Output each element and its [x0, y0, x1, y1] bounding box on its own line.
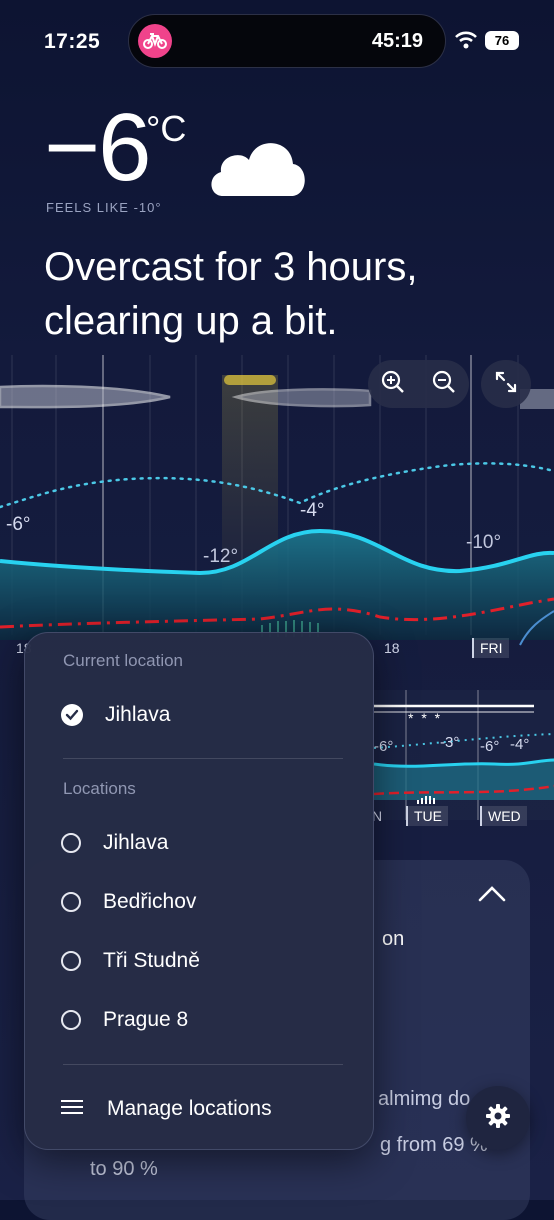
temp-label: -12°: [203, 546, 239, 567]
zoom-out-icon[interactable]: [431, 369, 457, 400]
battery-indicator: 76: [485, 31, 519, 50]
location-label: Bedřichov: [103, 890, 197, 913]
card-text: on: [382, 928, 405, 950]
location-item-prague-8[interactable]: Prague 8: [61, 1000, 341, 1040]
current-location-item[interactable]: Jihlava: [61, 695, 341, 735]
settings-button[interactable]: [466, 1086, 530, 1150]
gear-icon: [485, 1103, 511, 1134]
radio-icon: [61, 1010, 81, 1030]
status-time: 17:25: [44, 30, 101, 53]
checkmark-icon: [61, 704, 83, 726]
divider: [63, 758, 343, 759]
zoom-controls: [368, 360, 469, 408]
wifi-icon: [454, 31, 478, 54]
radio-icon: [61, 892, 81, 912]
mini-forecast-chart[interactable]: [374, 690, 554, 830]
temp-label: -6°: [6, 514, 31, 535]
weather-summary: Overcast for 3 hours, clearing up a bit.: [44, 245, 418, 343]
location-item-bedrichov[interactable]: Bedřichov: [61, 882, 341, 922]
mini-temp-label: -6°: [374, 738, 394, 755]
hamburger-icon: [61, 1099, 83, 1120]
radio-icon: [61, 833, 81, 853]
location-label: Jihlava: [103, 831, 169, 854]
temp-label: -10°: [466, 532, 502, 553]
location-label: Prague 8: [103, 1008, 189, 1031]
current-location-header: Current location: [63, 651, 184, 670]
zoom-in-icon[interactable]: [380, 369, 406, 400]
dynamic-island[interactable]: 45:19: [128, 14, 446, 68]
manage-locations-item[interactable]: Manage locations: [61, 1089, 341, 1129]
bicycle-icon: [138, 24, 172, 58]
current-temperature: −6: [44, 94, 151, 201]
locations-header: Locations: [63, 779, 136, 798]
cloud-icon: [205, 130, 309, 205]
location-item-jihlava[interactable]: Jihlava: [61, 823, 341, 863]
chevron-up-icon[interactable]: [476, 884, 508, 909]
manage-locations-label: Manage locations: [107, 1097, 272, 1120]
mini-temp-label: -6°: [480, 738, 500, 755]
location-menu: Current location Jihlava Locations Jihla…: [24, 632, 374, 1150]
feels-like: FEELS LIKE -10°: [46, 200, 162, 215]
expand-icon: [493, 369, 519, 400]
x-tick: 18: [384, 640, 400, 656]
location-item-tri-studne[interactable]: Tři Studně: [61, 941, 341, 981]
expand-chart-button[interactable]: [481, 360, 531, 408]
divider: [63, 1064, 343, 1065]
location-label: Tři Studně: [103, 949, 200, 972]
card-text: to 90 %: [90, 1158, 158, 1180]
snow-indicator: * * *: [408, 710, 443, 726]
activity-timer: 45:19: [371, 30, 423, 52]
cloud-band: [0, 384, 171, 409]
mini-x-tick: WED: [480, 806, 527, 826]
temperature-unit: °C: [146, 108, 187, 149]
temp-label: -4°: [300, 500, 325, 521]
mini-x-tick: TUE: [406, 806, 448, 826]
mini-temp-label: -3°: [440, 734, 460, 751]
x-tick-day: FRI: [472, 638, 509, 658]
mini-temp-label: -4°: [510, 736, 530, 753]
location-label: Jihlava: [105, 703, 171, 726]
sun-marker: [224, 375, 276, 385]
radio-icon: [61, 951, 81, 971]
forecast-chart[interactable]: [0, 355, 554, 660]
